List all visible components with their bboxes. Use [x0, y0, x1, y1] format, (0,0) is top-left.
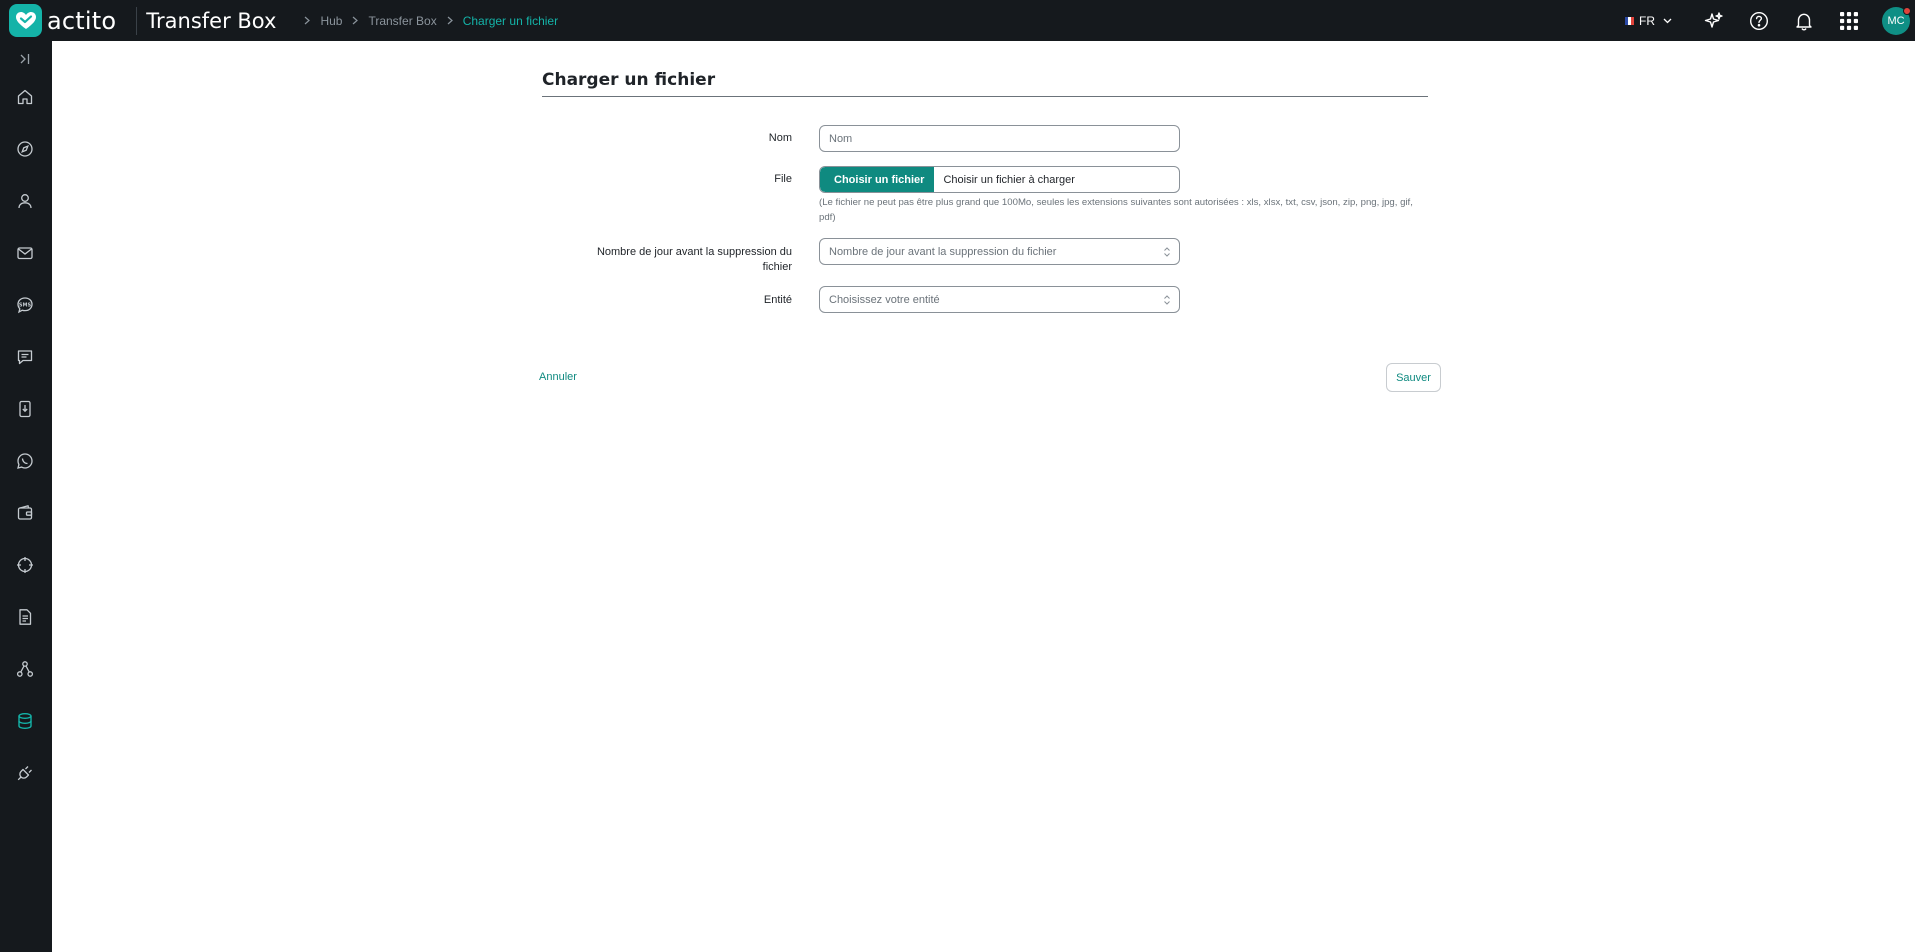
- top-bar: actito Transfer Box Hub Transfer Box Cha…: [0, 0, 1915, 41]
- cancel-button[interactable]: Annuler: [539, 371, 577, 383]
- breadcrumb-hub[interactable]: Hub: [320, 14, 342, 28]
- apps-grid-icon[interactable]: [1837, 9, 1861, 33]
- breadcrumb-current: Charger un fichier: [462, 13, 559, 28]
- document-icon[interactable]: [14, 606, 36, 628]
- mobile-download-icon[interactable]: [14, 398, 36, 420]
- main-content: Charger un fichier Nom Nom File Choisir …: [52, 41, 1915, 952]
- breadcrumb-transfer-box[interactable]: Transfer Box: [368, 14, 436, 28]
- svg-text:SMS: SMS: [19, 302, 32, 308]
- brand-logo[interactable]: actito: [9, 0, 116, 41]
- home-icon[interactable]: [14, 86, 36, 108]
- days-label: Nombre de jour avant la suppression du f…: [596, 246, 792, 273]
- target-icon[interactable]: [14, 554, 36, 576]
- chevron-right-icon: [447, 16, 453, 25]
- select-arrows-icon: [1163, 294, 1171, 306]
- avatar-initials: MC: [1887, 14, 1905, 27]
- french-flag-icon: [1625, 16, 1634, 25]
- name-input[interactable]: Nom: [819, 125, 1180, 152]
- name-label: Nom: [768, 132, 792, 144]
- header-divider: [136, 6, 138, 35]
- workflow-icon[interactable]: [14, 658, 36, 680]
- notification-dot: [1903, 6, 1911, 15]
- chevron-down-icon: [1663, 18, 1672, 24]
- save-button[interactable]: Sauver: [1386, 363, 1441, 392]
- file-placeholder: Choisir un fichier à charger: [943, 173, 1075, 186]
- stepper-arrows-icon[interactable]: [1163, 246, 1171, 258]
- chat-icon[interactable]: [14, 346, 36, 368]
- days-number-input[interactable]: Nombre de jour avant la suppression du f…: [819, 238, 1180, 265]
- file-input[interactable]: Choisir un fichier Choisir un fichier à …: [819, 166, 1180, 193]
- breadcrumb: Hub Transfer Box Charger un fichier: [294, 14, 558, 28]
- app-title: Transfer Box: [146, 8, 277, 33]
- brand-name: actito: [47, 6, 117, 35]
- database-icon[interactable]: [14, 710, 36, 732]
- bell-icon[interactable]: [1792, 9, 1816, 33]
- wallet-icon[interactable]: [14, 502, 36, 524]
- user-icon[interactable]: [14, 190, 36, 212]
- language-selector[interactable]: FR: [1625, 14, 1672, 28]
- title-divider: [542, 96, 1428, 97]
- entity-placeholder: Choisissez votre entité: [829, 293, 940, 306]
- file-label: File: [774, 173, 792, 185]
- file-help-text: (Le fichier ne peut pas être plus grand …: [819, 197, 1413, 223]
- days-placeholder: Nombre de jour avant la suppression du f…: [829, 245, 1057, 258]
- sms-icon[interactable]: SMS: [14, 294, 36, 316]
- collapse-sidebar-icon[interactable]: [14, 48, 36, 70]
- help-icon[interactable]: [1747, 9, 1771, 33]
- sidebar: SMS: [0, 41, 52, 952]
- chevron-right-icon: [352, 16, 359, 25]
- heart-logo-icon: [9, 4, 42, 37]
- compass-icon[interactable]: [14, 138, 36, 160]
- avatar[interactable]: MC: [1882, 6, 1911, 35]
- mail-icon[interactable]: [14, 242, 36, 264]
- language-code: FR: [1639, 13, 1655, 28]
- entity-select[interactable]: Choisissez votre entité: [819, 286, 1180, 313]
- name-placeholder: Nom: [829, 132, 853, 145]
- plug-icon[interactable]: [14, 762, 36, 784]
- whatsapp-icon[interactable]: [14, 450, 36, 472]
- sparkle-icon[interactable]: [1702, 9, 1726, 33]
- choose-file-button[interactable]: Choisir un fichier: [820, 167, 935, 192]
- chevron-right-icon: [304, 16, 311, 25]
- entity-label: Entité: [763, 294, 792, 306]
- page-title: Charger un fichier: [542, 70, 716, 90]
